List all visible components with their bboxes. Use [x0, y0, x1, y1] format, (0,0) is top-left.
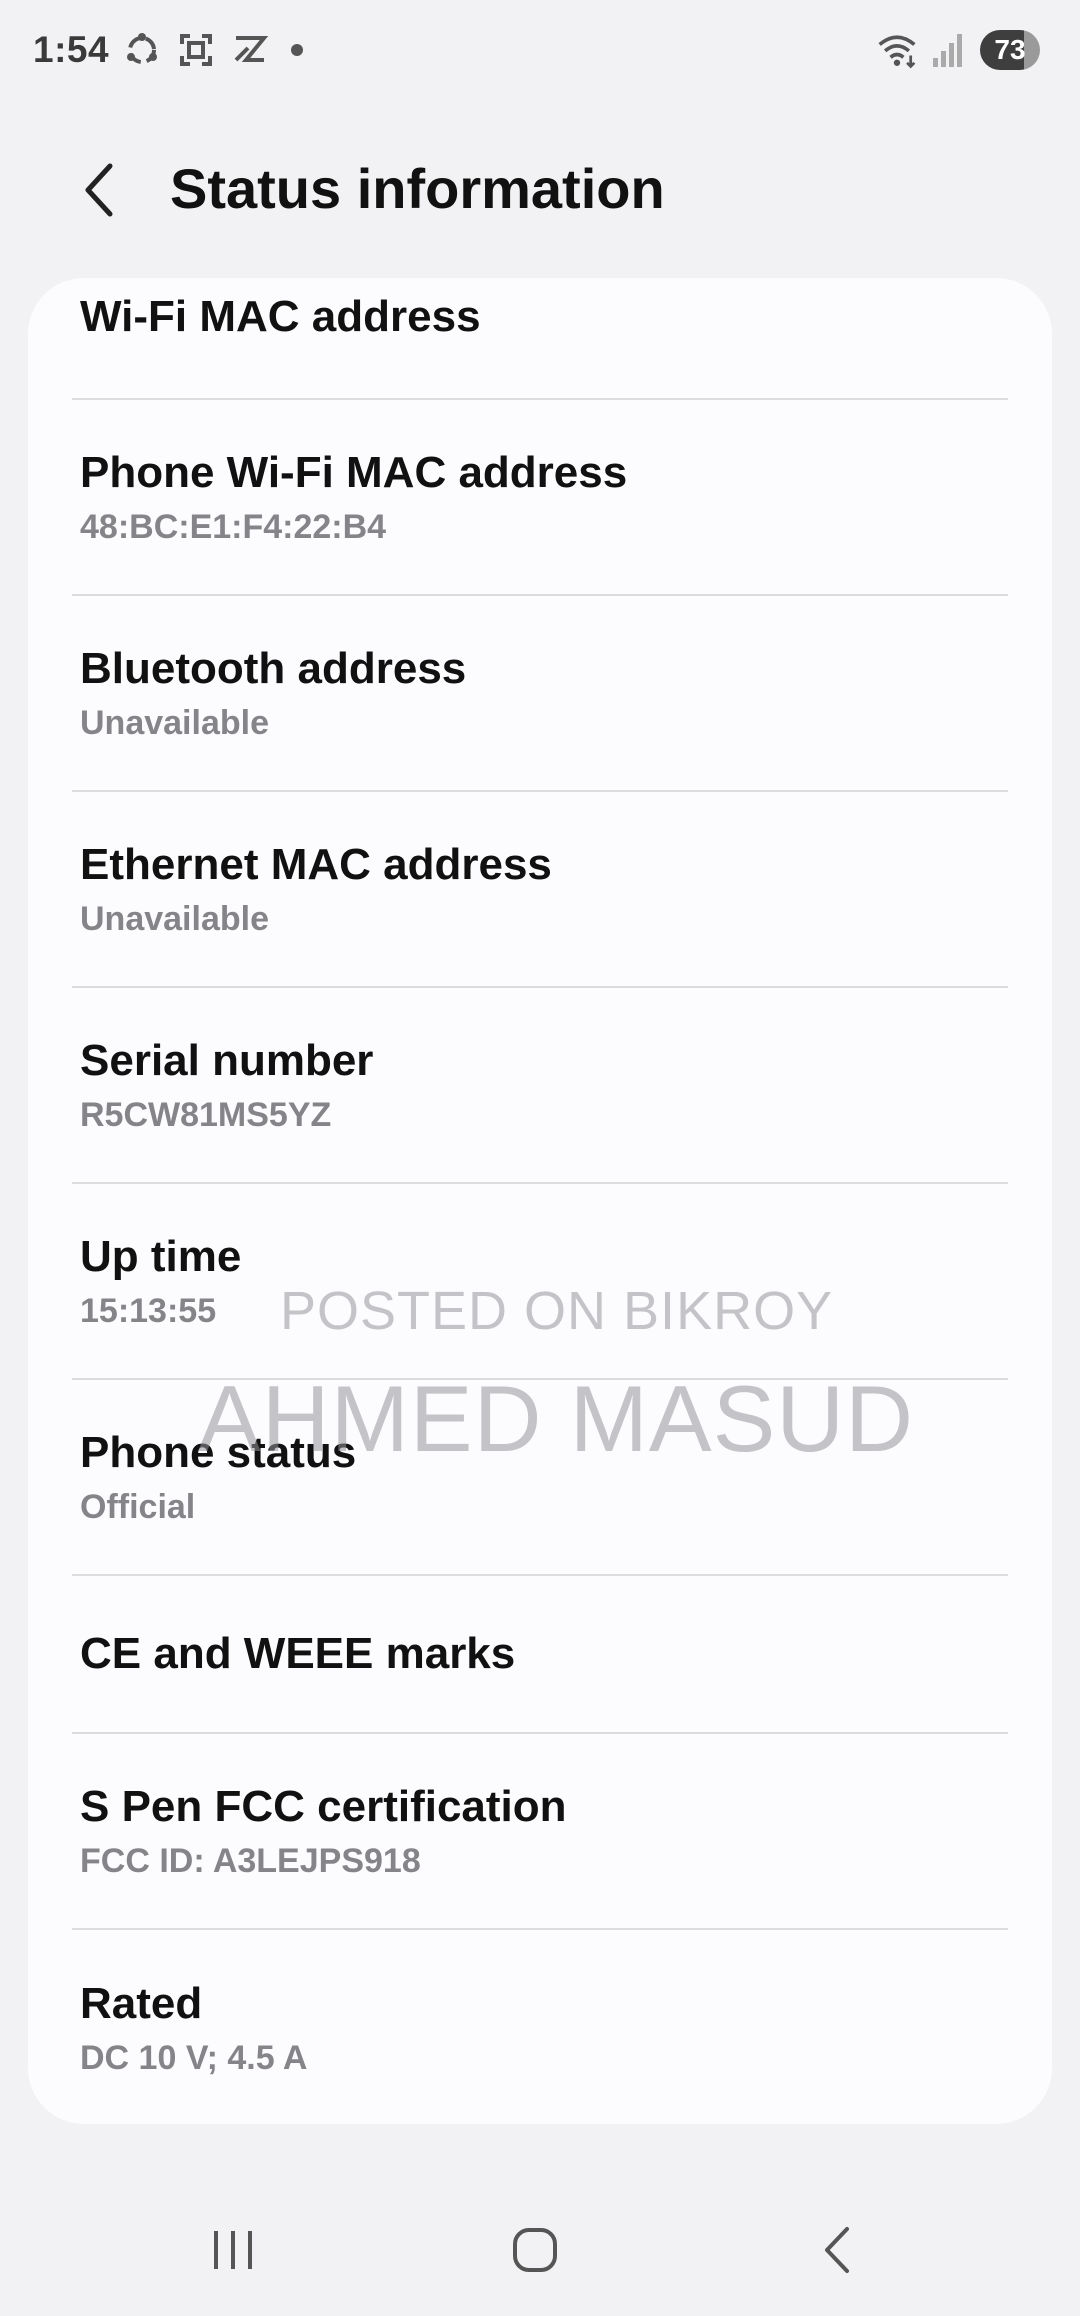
list-item-title: Up time	[80, 1232, 242, 1281]
status-bar: 1:54 73	[0, 0, 1080, 96]
app-header: Status information	[0, 120, 1080, 260]
cellular-signal-icon	[928, 29, 970, 71]
screenshot-icon	[175, 29, 217, 71]
list-item-title: CE and WEEE marks	[80, 1628, 516, 1678]
list-item-up-time[interactable]: Up time 15:13:55	[72, 1184, 1008, 1380]
status-time: 1:54	[33, 29, 110, 70]
home-button[interactable]	[485, 2210, 585, 2290]
list-item-ethernet-mac[interactable]: Ethernet MAC address Unavailable	[72, 792, 1008, 988]
list-item-phone-status[interactable]: Phone status Official	[72, 1380, 1008, 1576]
list-item-title: S Pen FCC certification	[80, 1782, 567, 1831]
sync-icon	[121, 29, 163, 71]
back-icon	[825, 2227, 849, 2273]
recents-icon	[214, 2231, 252, 2269]
page-title: Status information	[170, 157, 665, 220]
list-item-bluetooth-address[interactable]: Bluetooth address Unavailable	[72, 596, 1008, 792]
list-item-title: Bluetooth address	[80, 644, 467, 693]
list-item-spen-fcc[interactable]: S Pen FCC certification FCC ID: A3LEJPS9…	[72, 1734, 1008, 1930]
chevron-left-icon	[85, 163, 113, 217]
status-info-list: Wi-Fi MAC address Phone Wi-Fi MAC addres…	[28, 278, 1052, 2124]
list-item-value: DC 10 V; 4.5 A	[80, 2038, 308, 2077]
list-item-title: Phone status	[80, 1428, 357, 1477]
list-item-title: Serial number	[80, 1036, 374, 1085]
list-item-phone-wifi-mac[interactable]: Phone Wi-Fi MAC address 48:BC:E1:F4:22:B…	[72, 400, 1008, 596]
status-left: 1:54	[33, 25, 304, 75]
recents-button[interactable]	[183, 2210, 283, 2290]
list-item-value: Unavailable	[80, 899, 269, 938]
list-item-value: R5CW81MS5YZ	[80, 1095, 332, 1134]
app-notification-icon	[229, 29, 271, 71]
list-item-value: FCC ID: A3LEJPS918	[80, 1841, 421, 1880]
back-button[interactable]	[70, 155, 130, 225]
list-item-title: Ethernet MAC address	[80, 840, 552, 889]
list-item-title: Phone Wi-Fi MAC address	[80, 448, 628, 497]
list-item-rated[interactable]: Rated DC 10 V; 4.5 A	[72, 1930, 1008, 2124]
list-item-title: Rated	[80, 1979, 203, 2028]
list-item-title: Wi-Fi MAC address	[80, 292, 481, 341]
status-right: 73	[876, 25, 1040, 75]
list-item-value: Official	[80, 1487, 196, 1526]
navigation-bar	[0, 2200, 1080, 2316]
home-icon	[513, 2228, 557, 2272]
list-item-value: 15:13:55	[80, 1291, 217, 1330]
wifi-icon	[876, 29, 918, 71]
list-item-ce-weee-marks[interactable]: CE and WEEE marks	[72, 1576, 1008, 1734]
list-item-serial-number[interactable]: Serial number R5CW81MS5YZ	[72, 988, 1008, 1184]
list-item-wifi-mac[interactable]: Wi-Fi MAC address	[72, 278, 1008, 400]
list-item-value: 48:BC:E1:F4:22:B4	[80, 507, 387, 546]
nav-back-button[interactable]	[787, 2210, 887, 2290]
list-item-value: Unavailable	[80, 703, 269, 742]
battery-icon: 73	[980, 30, 1040, 70]
more-notifications-dot	[291, 44, 304, 56]
